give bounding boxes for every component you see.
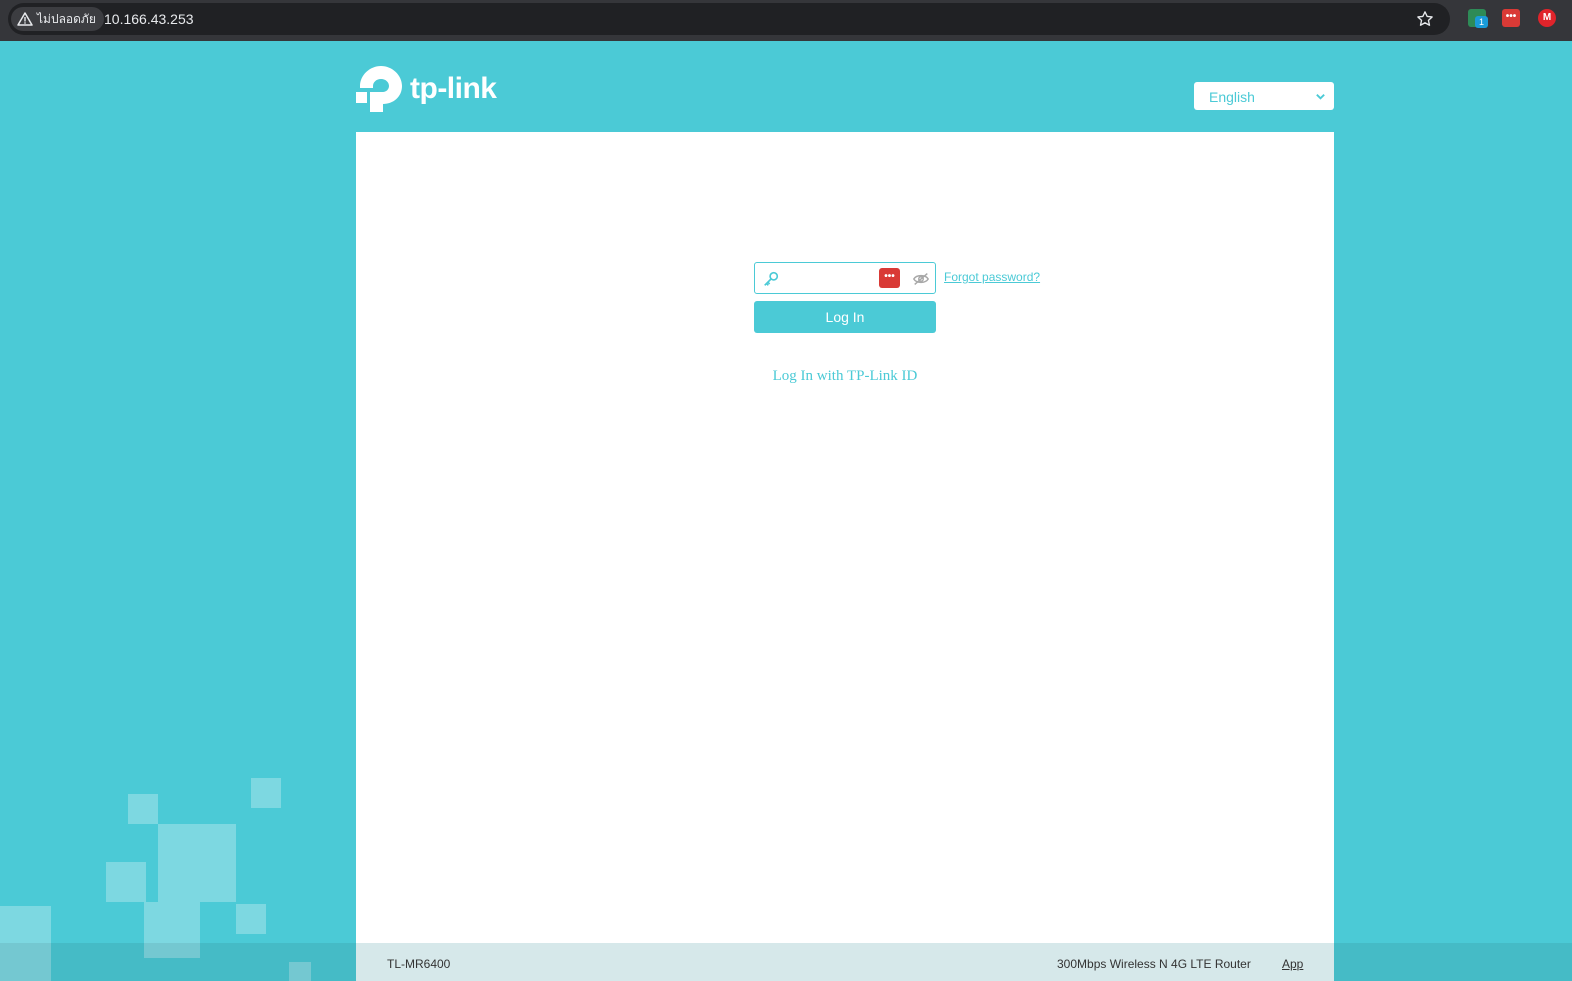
tplink-logo-icon — [356, 66, 402, 112]
extension-badge: 1 — [1475, 16, 1488, 28]
chevron-down-icon — [1316, 94, 1325, 100]
decor-square — [251, 778, 281, 808]
password-manager-extension-icon[interactable]: ••• — [1502, 9, 1520, 27]
url-text[interactable]: 10.166.43.253 — [104, 11, 194, 27]
decor-square — [106, 862, 146, 902]
password-input[interactable]: ••• — [754, 262, 936, 294]
tplink-id-login-link[interactable]: Log In with TP-Link ID — [754, 368, 936, 385]
bookmark-star-icon[interactable] — [1416, 10, 1434, 28]
key-icon — [764, 271, 779, 286]
decor-square — [128, 794, 158, 824]
extension-flag-icon[interactable]: 1 — [1468, 9, 1488, 28]
decor-square — [158, 824, 236, 902]
tplink-logo: tp-link — [356, 64, 497, 114]
mega-extension-icon[interactable]: M — [1538, 9, 1556, 27]
login-panel: ••• Forgot password? Log In Log In with … — [356, 132, 1334, 943]
eye-off-icon[interactable] — [912, 270, 930, 288]
brand-wordmark: tp-link — [410, 72, 497, 105]
security-indicator[interactable]: ไม่ปลอดภัย — [11, 7, 104, 31]
app-link[interactable]: App — [1282, 957, 1303, 971]
footer: TL-MR6400 300Mbps Wireless N 4G LTE Rout… — [356, 943, 1334, 981]
language-select[interactable]: English — [1194, 82, 1334, 110]
forgot-password-link[interactable]: Forgot password? — [944, 270, 1040, 284]
decor-square — [236, 904, 266, 934]
password-autofill-icon[interactable]: ••• — [879, 268, 900, 288]
browser-toolbar: ไม่ปลอดภัย 10.166.43.253 1 ••• M — [0, 0, 1572, 41]
model-description: 300Mbps Wireless N 4G LTE Router — [1057, 957, 1251, 971]
login-button[interactable]: Log In — [754, 301, 936, 333]
address-bar[interactable]: ไม่ปลอดภัย 10.166.43.253 — [8, 3, 1450, 35]
language-selected: English — [1209, 89, 1255, 105]
warning-icon — [17, 12, 33, 26]
model-name: TL-MR6400 — [387, 957, 451, 971]
security-label: ไม่ปลอดภัย — [37, 11, 96, 26]
